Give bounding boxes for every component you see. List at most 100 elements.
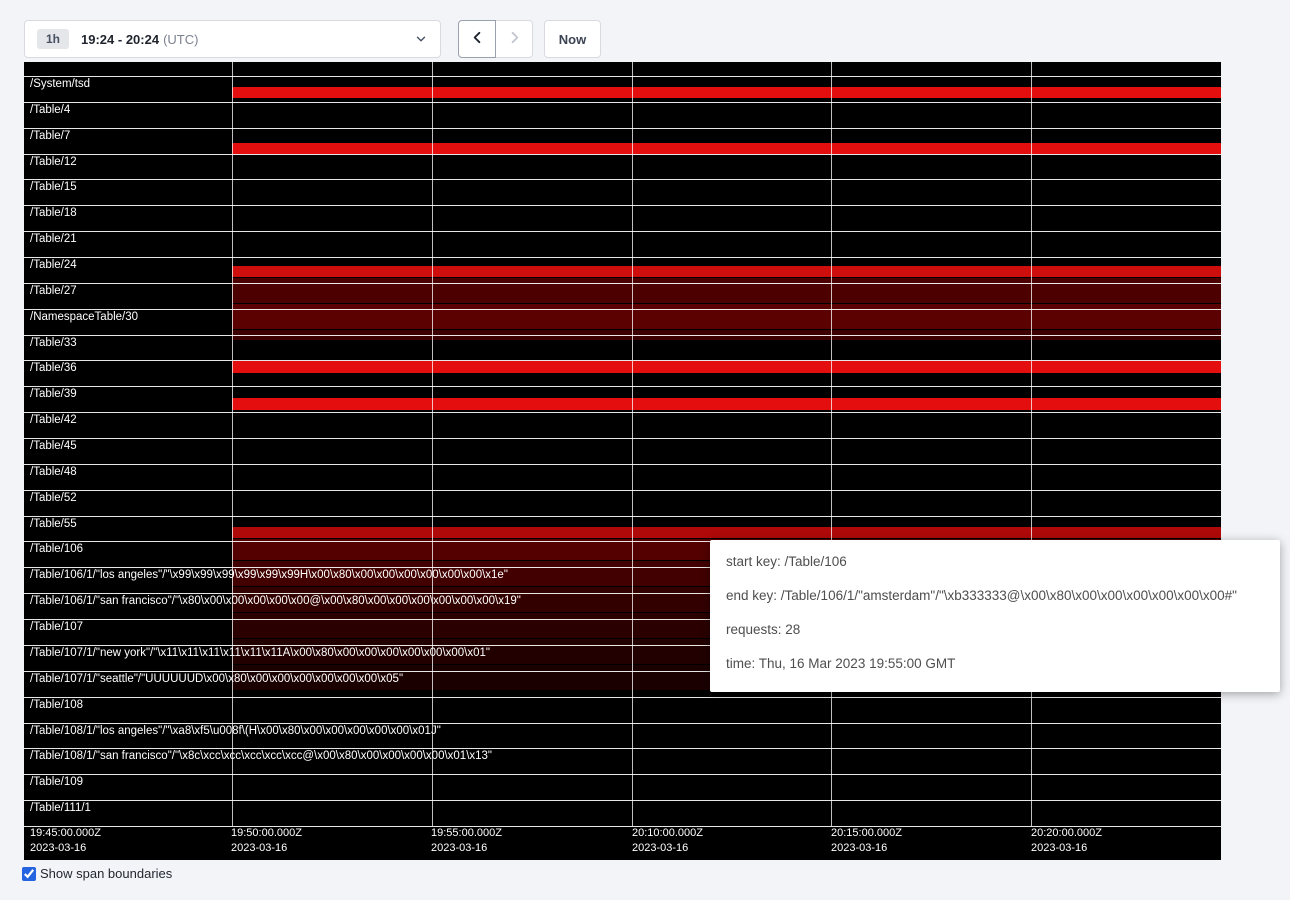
span-key-label: /Table/108/1/"los angeles"/"\xa8\xf5\u00…	[30, 725, 441, 738]
span-boundaries-checkbox[interactable]	[22, 867, 36, 881]
span-key-label: /Table/21	[30, 233, 77, 246]
time-tick: 19:55:00.000Z2023-03-16	[431, 826, 502, 856]
span-key-label: /Table/42	[30, 414, 77, 427]
span-boundaries-label: Show span boundaries	[40, 866, 172, 881]
span-key-label: /Table/48	[30, 466, 77, 479]
span-key-label: /Table/111/1	[30, 802, 91, 815]
time-tick-date: 2023-03-16	[30, 841, 101, 856]
heat-band	[232, 398, 1221, 410]
span-key-label: /Table/55	[30, 518, 77, 531]
span-tooltip: start key: /Table/106 end key: /Table/10…	[710, 540, 1280, 692]
time-tick-date: 2023-03-16	[632, 841, 703, 856]
time-gridline	[831, 62, 832, 826]
heatmap-canvas[interactable]: /System/tsd/Table/4/Table/7/Table/12/Tab…	[24, 62, 1221, 860]
span-key-label: /Table/107/1/"seattle"/"UUUUUUD\x00\x80\…	[30, 673, 403, 686]
span-boundary-line	[24, 309, 1221, 310]
heat-band	[232, 361, 1221, 373]
span-boundary-line	[24, 283, 1221, 284]
time-gridline	[432, 62, 433, 826]
time-tick-time: 20:10:00.000Z	[632, 826, 703, 841]
time-gridline	[232, 62, 233, 826]
span-boundary-line	[24, 360, 1221, 361]
span-key-label: /Table/18	[30, 207, 77, 220]
key-visualizer-page: 1h 19:24 - 20:24 (UTC) Now /System/tsd/T…	[0, 0, 1290, 900]
heat-band	[232, 304, 1221, 329]
span-key-label: /Table/109	[30, 776, 83, 789]
span-boundary-line	[24, 335, 1221, 336]
span-boundary-line	[24, 412, 1221, 413]
time-tick: 20:20:00.000Z2023-03-16	[1031, 826, 1102, 856]
time-range-label: 19:24 - 20:24	[81, 32, 159, 47]
span-boundary-line	[24, 386, 1221, 387]
span-key-label: /Table/4	[30, 104, 70, 117]
time-tick-date: 2023-03-16	[831, 841, 902, 856]
time-tick-date: 2023-03-16	[231, 841, 302, 856]
span-key-label: /System/tsd	[30, 78, 90, 91]
time-tick-time: 19:50:00.000Z	[231, 826, 302, 841]
heat-band	[232, 266, 1221, 277]
chevron-left-icon	[470, 30, 485, 48]
now-button[interactable]: Now	[544, 20, 601, 58]
tooltip-time: time: Thu, 16 Mar 2023 19:55:00 GMT	[726, 656, 1264, 672]
heat-band	[232, 87, 1221, 98]
time-tick-time: 20:15:00.000Z	[831, 826, 902, 841]
span-key-label: /Table/108	[30, 699, 83, 712]
span-key-label: /Table/107/1/"new york"/"\x11\x11\x11\x1…	[30, 647, 490, 660]
span-boundary-line	[24, 76, 1221, 77]
span-key-label: /Table/7	[30, 130, 70, 143]
time-tick: 19:45:00.000Z2023-03-16	[30, 826, 101, 856]
time-tick: 20:15:00.000Z2023-03-16	[831, 826, 902, 856]
time-tick: 19:50:00.000Z2023-03-16	[231, 826, 302, 856]
span-key-label: /Table/45	[30, 440, 77, 453]
span-boundary-line	[24, 723, 1221, 724]
span-key-label: /Table/33	[30, 337, 77, 350]
footer-controls: Show span boundaries	[22, 866, 172, 881]
time-tick-time: 20:20:00.000Z	[1031, 826, 1102, 841]
heat-band	[232, 278, 1221, 303]
span-key-label: /Table/39	[30, 388, 77, 401]
span-boundary-line	[24, 464, 1221, 465]
tooltip-start-key: start key: /Table/106	[726, 554, 1264, 570]
span-boundary-line	[24, 231, 1221, 232]
span-key-label: /Table/106	[30, 543, 83, 556]
span-boundary-line	[24, 128, 1221, 129]
span-boundary-line	[24, 490, 1221, 491]
span-key-label: /Table/12	[30, 156, 77, 169]
span-boundary-line	[24, 800, 1221, 801]
next-button[interactable]	[495, 20, 533, 58]
time-tick-time: 19:55:00.000Z	[431, 826, 502, 841]
time-range-select[interactable]: 1h 19:24 - 20:24 (UTC)	[24, 20, 441, 58]
time-tick-time: 19:45:00.000Z	[30, 826, 101, 841]
span-boundary-line	[24, 102, 1221, 103]
time-tick-date: 2023-03-16	[431, 841, 502, 856]
span-key-label: /Table/36	[30, 362, 77, 375]
prev-button[interactable]	[458, 20, 496, 58]
span-key-label: /Table/108/1/"san francisco"/"\x8c\xcc\x…	[30, 750, 492, 763]
chevron-right-icon	[507, 30, 522, 48]
span-boundary-line	[24, 697, 1221, 698]
timezone-label: (UTC)	[163, 32, 198, 47]
time-tick-date: 2023-03-16	[1031, 841, 1102, 856]
span-boundary-line	[24, 257, 1221, 258]
heat-band	[232, 143, 1221, 154]
span-key-label: /Table/24	[30, 259, 77, 272]
time-tick: 20:10:00.000Z2023-03-16	[632, 826, 703, 856]
duration-badge: 1h	[37, 29, 69, 49]
span-boundary-line	[24, 748, 1221, 749]
time-gridline	[632, 62, 633, 826]
span-boundary-line	[24, 154, 1221, 155]
span-key-label: /Table/107	[30, 621, 83, 634]
tooltip-requests: requests: 28	[726, 622, 1264, 638]
span-key-label: /Table/106/1/"los angeles"/"\x99\x99\x99…	[30, 569, 508, 582]
tooltip-end-key: end key: /Table/106/1/"amsterdam"/"\xb33…	[726, 588, 1264, 604]
time-gridline	[1031, 62, 1032, 826]
span-boundary-line	[24, 438, 1221, 439]
heat-band	[232, 527, 1221, 538]
span-key-label: /Table/52	[30, 492, 77, 505]
span-key-label: /Table/15	[30, 181, 77, 194]
span-boundary-line	[24, 205, 1221, 206]
span-key-label: /Table/106/1/"san francisco"/"\x80\x00\x…	[30, 595, 521, 608]
span-boundary-line	[24, 774, 1221, 775]
span-boundary-line	[24, 516, 1221, 517]
span-key-label: /Table/27	[30, 285, 77, 298]
